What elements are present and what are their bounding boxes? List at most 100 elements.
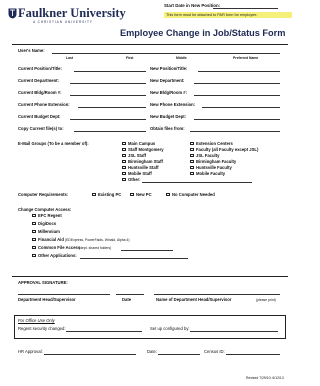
current-department-label: Current Department: — [18, 78, 59, 83]
millennium-checkbox[interactable] — [32, 229, 36, 234]
form-title: Employee Change in Job/Status Form — [120, 28, 286, 38]
email-mobile-staff-checkbox[interactable] — [122, 171, 126, 176]
university-crest-icon — [8, 8, 17, 19]
email-mobile-staff-label: Mobile Staff — [128, 171, 152, 176]
new-position-field[interactable] — [198, 71, 280, 72]
name-sublabel-last: Last — [66, 56, 73, 60]
name-sublabel-preferred: Preferred Name — [233, 56, 259, 60]
email-huntsville-faculty-label: Huntsville Faculty — [196, 165, 232, 170]
new-bldg-room-label: New Bldg/Room #: — [150, 90, 187, 95]
new-department-label: New Department: — [150, 78, 185, 83]
no-computer-checkbox[interactable] — [166, 192, 170, 197]
millennium-label: Millennium — [38, 229, 60, 234]
university-name: Faulkner University — [18, 6, 126, 20]
new-bldg-room-field[interactable] — [194, 95, 280, 96]
current-position-field[interactable] — [74, 71, 146, 72]
start-date-label: Start Date in New Position: — [164, 3, 221, 8]
new-pc-checkbox[interactable] — [130, 192, 134, 197]
email-main-campus-checkbox[interactable] — [122, 141, 126, 146]
common-file-access-note: (dept. shared folders) — [79, 245, 112, 250]
hr-approval-label: HR Approval: — [18, 349, 43, 354]
email-other-checkbox[interactable] — [122, 177, 126, 182]
email-extension-centers-checkbox[interactable] — [190, 141, 194, 146]
users-name-label: User's Name: — [18, 48, 45, 53]
digidocs-label: DigiDocs — [38, 221, 57, 226]
new-budget-dept-label: New Budget Dept: — [150, 114, 187, 119]
current-position-label: Current Position/Title: — [18, 66, 62, 71]
email-main-campus-label: Main Campus — [128, 141, 156, 146]
email-faculty-all-checkbox[interactable] — [190, 147, 194, 152]
existing-pc-label: Existing PC — [98, 192, 122, 197]
current-phone-ext-label: Current Phone Extension: — [18, 102, 70, 107]
setup-configured-field[interactable] — [190, 331, 278, 332]
other-applications-field[interactable] — [80, 258, 188, 259]
regent-security-label: Regent security changed: — [18, 326, 66, 331]
new-position-label: New Position/Title: — [150, 66, 188, 71]
other-applications-label: Other Applications: — [38, 253, 77, 258]
email-extension-centers-label: Extension Centers — [196, 141, 233, 146]
regent-security-field[interactable] — [66, 331, 142, 332]
existing-pc-checkbox[interactable] — [92, 192, 96, 197]
users-name-field[interactable] — [52, 53, 280, 54]
common-file-access-checkbox[interactable] — [32, 245, 36, 250]
email-jsl-staff-label: JSL Staff — [128, 153, 147, 158]
efc-regent-checkbox[interactable] — [32, 213, 36, 218]
approval-date-label: Date — [122, 297, 132, 302]
start-date-field[interactable] — [213, 8, 278, 9]
hr-approval-field[interactable] — [44, 354, 136, 355]
current-budget-dept-label: Current Budget Dept: — [18, 114, 61, 119]
approval-divider — [12, 276, 288, 277]
email-birmingham-staff-checkbox[interactable] — [122, 159, 126, 164]
financial-aid-checkbox[interactable] — [32, 237, 36, 242]
print-note: (please print) — [256, 297, 276, 302]
email-jsl-staff-checkbox[interactable] — [122, 153, 126, 158]
efc-regent-label: EFC Regent — [38, 213, 62, 218]
financial-aid-note: (EDExpress, PowerFaids, Winaid, Alpha 4) — [65, 237, 130, 242]
approval-date-field[interactable] — [116, 294, 144, 295]
other-applications-checkbox[interactable] — [32, 253, 36, 258]
new-pc-label: New PC — [136, 192, 152, 197]
common-file-access-label: Common File Access — [38, 245, 81, 250]
email-jsl-faculty-checkbox[interactable] — [190, 153, 194, 158]
email-mobile-faculty-label: Mobile Faculty — [196, 171, 226, 176]
university-tagline: A CHRISTIAN UNIVERSITY — [33, 20, 93, 24]
email-other-field[interactable] — [142, 182, 252, 183]
supervisor-name-field[interactable] — [154, 294, 280, 295]
common-file-access-field[interactable] — [121, 250, 173, 251]
computer-access-label: Change Computer Access: — [18, 207, 72, 212]
obtain-files-field[interactable] — [190, 131, 280, 132]
computer-requirements-label: Computer Requirements: — [18, 192, 69, 197]
email-birmingham-faculty-checkbox[interactable] — [190, 159, 194, 164]
email-huntsville-staff-checkbox[interactable] — [122, 165, 126, 170]
new-department-field[interactable] — [194, 83, 280, 84]
email-birmingham-faculty-label: Birmingham Faculty — [196, 159, 237, 164]
census-id-field[interactable] — [226, 354, 280, 355]
digidocs-checkbox[interactable] — [32, 221, 36, 226]
new-phone-ext-label: New Phone Extension: — [150, 102, 196, 107]
footer-date-field[interactable] — [158, 354, 200, 355]
current-budget-dept-field[interactable] — [70, 119, 146, 120]
current-bldg-room-field[interactable] — [70, 95, 146, 96]
name-sublabel-first: First — [126, 56, 134, 60]
email-mobile-faculty-checkbox[interactable] — [190, 171, 194, 176]
email-groups-label: E-Mail Groups (To be a member of): — [18, 141, 89, 146]
footer-date-label: Date: — [147, 349, 158, 354]
new-phone-ext-field[interactable] — [202, 107, 280, 108]
email-staff-montgomery-checkbox[interactable] — [122, 147, 126, 152]
email-huntsville-faculty-checkbox[interactable] — [190, 165, 194, 170]
email-huntsville-staff-label: Huntsville Staff — [128, 165, 159, 170]
current-phone-ext-field[interactable] — [78, 107, 146, 108]
setup-configured-label: Set up configured by: — [150, 326, 190, 331]
current-department-field[interactable] — [70, 83, 146, 84]
no-computer-label: No Computer Needed — [172, 192, 215, 197]
email-birmingham-staff-label: Birmingham Staff — [128, 159, 163, 164]
email-staff-montgomery-label: Staff Montgomery — [128, 147, 164, 152]
office-use-title: For Office Use Only — [18, 318, 55, 323]
census-id-label: Census ID: — [204, 349, 225, 354]
current-bldg-room-label: Current Bldg/Room #: — [18, 90, 62, 95]
email-other-label: Other: — [128, 177, 141, 182]
copy-files-field[interactable] — [74, 131, 146, 132]
supervisor-signature-field[interactable] — [18, 294, 110, 295]
new-budget-dept-field[interactable] — [194, 119, 280, 120]
supervisor-name-label: Name of Department Head/Supervisor — [156, 297, 232, 302]
